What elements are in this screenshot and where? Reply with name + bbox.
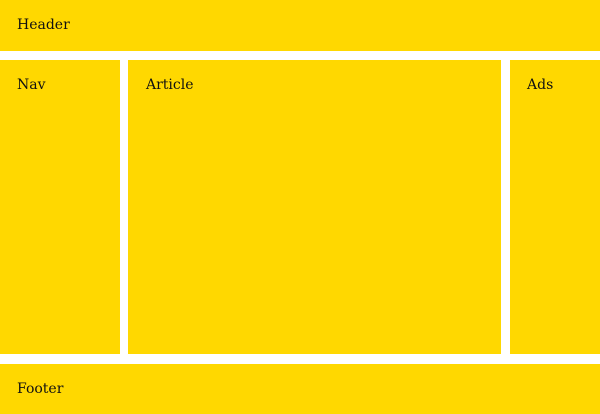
- footer-label: Footer: [17, 381, 64, 397]
- nav-region: Nav: [0, 60, 120, 354]
- header-region: Header: [0, 0, 600, 51]
- article-label: Article: [146, 77, 194, 93]
- ads-label: Ads: [527, 77, 554, 93]
- header-label: Header: [17, 17, 70, 33]
- page-layout: Header Nav Article Ads Footer: [0, 0, 600, 414]
- nav-label: Nav: [17, 77, 46, 93]
- footer-region: Footer: [0, 364, 600, 414]
- article-region: Article: [128, 60, 501, 354]
- ads-region: Ads: [510, 60, 600, 354]
